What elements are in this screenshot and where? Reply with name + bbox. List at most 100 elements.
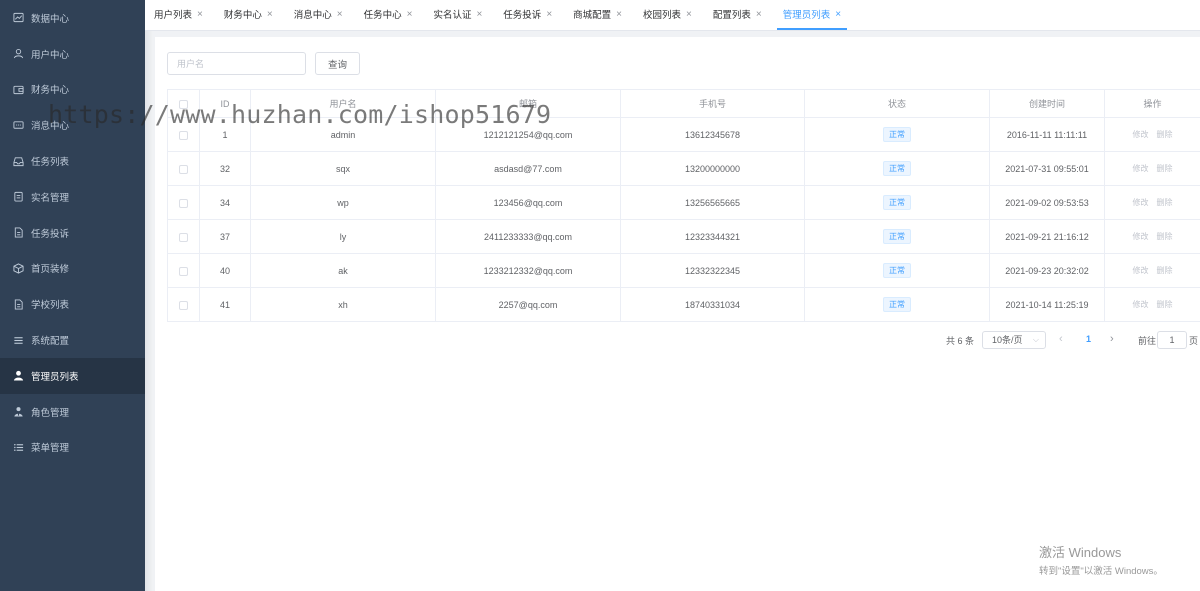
- cell-email: 123456@qq.com: [435, 185, 621, 220]
- row-checkbox[interactable]: [179, 266, 188, 276]
- sidebar-item-label: 管理员列表: [31, 371, 79, 383]
- select-all-checkbox[interactable]: [179, 99, 188, 109]
- edit-button[interactable]: 修改: [1133, 198, 1149, 207]
- cell-phone: 13256565665: [620, 185, 805, 220]
- cell-id: 37: [199, 219, 251, 254]
- delete-button[interactable]: 删除: [1157, 198, 1173, 207]
- page-number-current[interactable]: 1: [1086, 334, 1091, 344]
- cell-username: ly: [250, 219, 436, 254]
- tab-9[interactable]: 管理员列表 ×: [776, 0, 848, 30]
- cell-id: 40: [199, 253, 251, 288]
- sidebar-item-label: 任务列表: [31, 157, 70, 169]
- page-suffix-label: 页: [1189, 336, 1199, 346]
- goto-page-input[interactable]: [1157, 331, 1187, 349]
- edit-button[interactable]: 修改: [1133, 266, 1149, 275]
- cell-status: 正常: [804, 117, 990, 152]
- sidebar-item-0[interactable]: 数据中心: [0, 0, 145, 36]
- tab-3[interactable]: 任务中心 ×: [358, 0, 419, 30]
- tab-label: 校园列表: [643, 10, 682, 21]
- prev-page-icon[interactable]: ‹: [1059, 333, 1063, 345]
- delete-button[interactable]: 删除: [1157, 300, 1173, 309]
- cell-username: sqx: [250, 151, 436, 186]
- row-checkbox[interactable]: [179, 198, 188, 208]
- table-row: 34 wp 123456@qq.com 13256565665 正常 2021-09-02…: [167, 185, 1200, 220]
- tab-8[interactable]: 配置列表 ×: [707, 0, 768, 30]
- page-size-select[interactable]: 10条/页 ⌵: [982, 331, 1046, 349]
- sidebar-item-10[interactable]: 管理员列表: [0, 357, 145, 394]
- close-icon[interactable]: ×: [476, 9, 482, 20]
- row-checkbox-cell: [167, 117, 200, 152]
- row-checkbox[interactable]: [179, 300, 188, 310]
- delete-button[interactable]: 删除: [1157, 164, 1173, 173]
- pagination-total: 共 6 条: [946, 336, 975, 346]
- next-page-icon[interactable]: ›: [1110, 333, 1114, 345]
- row-checkbox[interactable]: [179, 164, 188, 174]
- delete-button[interactable]: 删除: [1157, 266, 1173, 275]
- cell-username: xh: [250, 287, 436, 322]
- row-checkbox[interactable]: [179, 232, 188, 242]
- column-header: 手机号: [620, 89, 805, 118]
- close-icon[interactable]: ×: [835, 9, 841, 20]
- document-icon: [12, 298, 24, 310]
- list-icon: [12, 441, 24, 453]
- sidebar-item-4[interactable]: 任务列表: [0, 143, 145, 179]
- tab-bar: 用户列表 × 财务中心 × 消息中心 × 任务中心 × 实名认证 × 任务投诉 × 商城配置 × 校园列表 ×…: [145, 0, 1200, 31]
- delete-button[interactable]: 删除: [1157, 232, 1173, 241]
- cell-status: 正常: [804, 185, 990, 220]
- tab-label: 消息中心: [293, 10, 332, 21]
- sidebar-item-9[interactable]: 系统配置: [0, 322, 145, 358]
- status-badge: 正常: [883, 297, 911, 312]
- sidebar-item-1[interactable]: 用户中心: [0, 36, 145, 72]
- tab-label: 配置列表: [712, 10, 751, 21]
- query-button[interactable]: 查询: [315, 52, 360, 75]
- cell-actions: 修改 删除: [1104, 219, 1200, 254]
- tab-5[interactable]: 任务投诉 ×: [497, 0, 558, 30]
- sidebar-item-label: 角色管理: [31, 407, 70, 419]
- sidebar-item-2[interactable]: 财务中心: [0, 72, 145, 108]
- sidebar-item-label: 用户中心: [31, 49, 70, 61]
- cell-username: admin: [250, 117, 436, 152]
- sidebar-item-11[interactable]: 角色管理: [0, 394, 145, 430]
- sidebar-item-label: 数据中心: [31, 13, 70, 25]
- tab-1[interactable]: 财务中心 ×: [218, 0, 279, 30]
- username-search-input[interactable]: [167, 52, 306, 75]
- table-row: 37 ly 2411233333@qq.com 12323344321 正常 2021-0…: [167, 219, 1200, 254]
- close-icon[interactable]: ×: [407, 9, 413, 20]
- close-icon[interactable]: ×: [616, 9, 622, 20]
- sidebar-item-5[interactable]: 实名管理: [0, 179, 145, 215]
- close-icon[interactable]: ×: [546, 9, 552, 20]
- close-icon[interactable]: ×: [267, 9, 273, 20]
- sidebar-item-6[interactable]: 任务投诉: [0, 215, 145, 251]
- sidebar-item-3[interactable]: 消息中心: [0, 107, 145, 143]
- row-checkbox-cell: [167, 253, 200, 288]
- tab-label: 任务中心: [363, 10, 402, 21]
- table-row: 41 xh 2257@qq.com 18740331034 正常 2021-10-14 1…: [167, 287, 1200, 322]
- edit-button[interactable]: 修改: [1133, 164, 1149, 173]
- cell-actions: 修改 删除: [1104, 185, 1200, 220]
- close-icon[interactable]: ×: [686, 9, 692, 20]
- tab-4[interactable]: 实名认证 ×: [427, 0, 488, 30]
- edit-button[interactable]: 修改: [1133, 232, 1149, 241]
- delete-button[interactable]: 删除: [1157, 130, 1173, 139]
- message-icon: [12, 119, 24, 131]
- cell-created: 2021-09-21 21:16:12: [989, 219, 1105, 254]
- sidebar-item-8[interactable]: 学校列表: [0, 286, 145, 322]
- tab-7[interactable]: 校园列表 ×: [637, 0, 698, 30]
- sidebar-item-12[interactable]: 菜单管理: [0, 430, 145, 466]
- edit-button[interactable]: 修改: [1133, 130, 1149, 139]
- tab-0[interactable]: 用户列表 ×: [148, 0, 209, 30]
- close-icon[interactable]: ×: [756, 9, 762, 20]
- edit-button[interactable]: 修改: [1133, 300, 1149, 309]
- select-all-checkbox-cell[interactable]: [167, 89, 200, 118]
- cell-username: wp: [250, 185, 436, 220]
- close-icon[interactable]: ×: [197, 9, 203, 20]
- close-icon[interactable]: ×: [337, 9, 343, 20]
- sidebar-item-7[interactable]: 首页装修: [0, 251, 145, 287]
- tab-2[interactable]: 消息中心 ×: [288, 0, 349, 30]
- pagination: 共 6 条 10条/页 ⌵ ‹ 1 › 前往 页: [155, 331, 1200, 349]
- tab-6[interactable]: 商城配置 ×: [567, 0, 628, 30]
- table-row: 40 ak 1233212332@qq.com 12332322345 正常 2021-0…: [167, 253, 1200, 288]
- cell-status: 正常: [804, 219, 990, 254]
- row-checkbox[interactable]: [179, 130, 188, 140]
- cell-created: 2021-09-23 20:32:02: [989, 253, 1105, 288]
